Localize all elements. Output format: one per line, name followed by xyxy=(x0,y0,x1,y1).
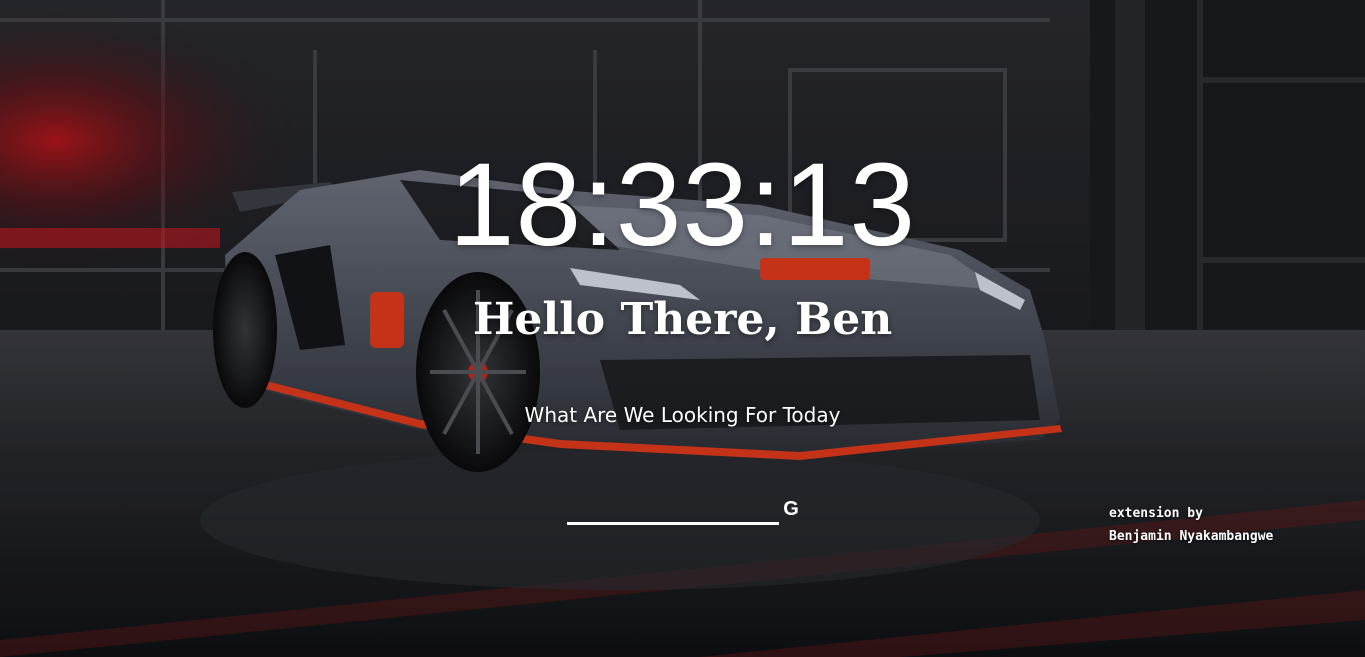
search-input[interactable] xyxy=(567,496,779,525)
search-prompt: What Are We Looking For Today xyxy=(524,403,841,427)
greeting-heading: Hello There, Ben xyxy=(472,294,893,345)
extension-credit: extension by Benjamin Nyakambangwe xyxy=(1109,502,1359,548)
google-g-icon[interactable]: G xyxy=(780,496,802,522)
credit-line-1: extension by xyxy=(1109,506,1203,521)
credit-author: Benjamin Nyakambangwe xyxy=(1109,529,1274,544)
clock: 18:33:13 xyxy=(448,139,917,271)
new-tab-page: 18:33:13 Hello There, Ben What Are We Lo… xyxy=(0,0,1365,657)
search-bar: G xyxy=(566,496,806,526)
